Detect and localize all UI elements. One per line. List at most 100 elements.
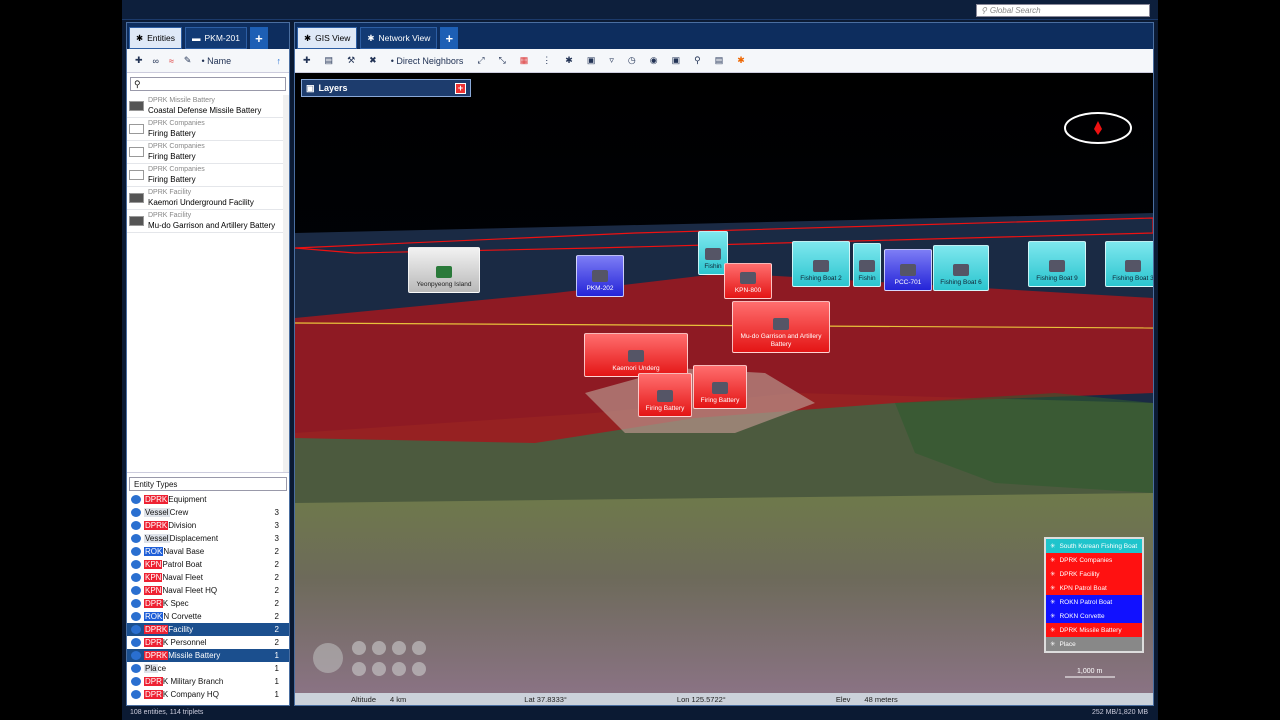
zoom-fit-icon[interactable]: ▣ [672, 55, 681, 66]
entity-type-item[interactable]: DPRK Equipment [127, 493, 289, 506]
entity-list-item[interactable]: DPRK Missile Battery Coastal Defense Miss… [127, 95, 289, 118]
export-icon[interactable]: ▤ [715, 55, 724, 66]
add-tab-button[interactable]: + [440, 27, 459, 49]
entity-type-count: 2 [274, 599, 279, 608]
map-entity-marker[interactable]: Firing Battery [638, 373, 692, 417]
expand-icon[interactable]: ⤢ [477, 55, 484, 66]
entity-text: DPRK Facility Kaemori Underground Facilit… [148, 188, 254, 208]
add-icon[interactable]: ✚ [135, 55, 143, 66]
map-entity-marker[interactable]: Fishing Boat 2 [792, 241, 850, 287]
collapse-icon[interactable]: ⤡ [499, 55, 506, 66]
tab-pkm-201[interactable]: ▬ PKM-201 [185, 27, 247, 49]
sort-arrow-icon[interactable]: ↑ [277, 56, 282, 66]
entity-marker-label: Fishing Boat 6 [940, 279, 982, 286]
tab-network-view[interactable]: ✱ Network View [360, 27, 438, 49]
entity-marker-label: Fishing Boat 2 [800, 275, 842, 282]
tab-gis-view[interactable]: ✱ GIS View [297, 27, 358, 49]
entity-marker-icon [628, 350, 644, 362]
expand-layers-button[interactable]: + [455, 83, 466, 94]
entity-list-item[interactable]: DPRK Companies Firing Battery [127, 141, 289, 164]
zoom-icon[interactable]: ⚲ [694, 55, 701, 66]
direct-neighbors-button[interactable]: • Direct Neighbors [391, 56, 464, 66]
entity-type-highlight: DPR [144, 677, 163, 686]
entity-type-item[interactable]: DPRK Facility 2 [127, 623, 289, 636]
close-icon[interactable]: ✖ [369, 55, 377, 66]
entity-name: Mu-do Garrison and Artillery Battery [148, 221, 276, 230]
entity-type-item[interactable]: DPRK Division 3 [127, 519, 289, 532]
document-icon[interactable]: ▤ [325, 55, 334, 66]
map-entity-marker[interactable]: Yeonpyeong Island [408, 247, 480, 293]
entity-type-item[interactable]: DPRK Missile Battery 1 [127, 649, 289, 662]
entity-type-label: N Corvette [163, 612, 202, 621]
entity-category: DPRK Facility [148, 189, 192, 196]
entity-type-highlight: KPN [144, 586, 163, 595]
entity-types-filter[interactable]: Entity Types [129, 477, 287, 491]
map-entity-marker[interactable]: Fishing Boat 3 [1105, 241, 1153, 287]
settings-icon[interactable]: ✱ [737, 55, 745, 66]
entity-type-item[interactable]: Vessel Crew 3 [127, 506, 289, 519]
link-icon[interactable]: ∞ [153, 56, 159, 66]
entity-marker-icon [859, 260, 875, 272]
entity-type-highlight: KPN [144, 573, 163, 582]
entity-list-scrollbar[interactable] [283, 95, 289, 472]
wrench-icon[interactable]: ⚒ [347, 55, 355, 66]
entity-type-item[interactable]: KPN Patrol Boat 2 [127, 558, 289, 571]
entity-list-item[interactable]: DPRK Facility Kaemori Underground Facilit… [127, 187, 289, 210]
map-entity-marker[interactable]: Kaemori Underg [584, 333, 688, 377]
map-entity-marker[interactable]: Fishing Boat 6 [933, 245, 989, 291]
entity-type-item[interactable]: DPR K Company HQ 1 [127, 688, 289, 701]
entity-list-item[interactable]: DPRK Companies Firing Battery [127, 164, 289, 187]
entity-type-item[interactable]: Vessel Displacement 3 [127, 532, 289, 545]
legend-icon: ✳ [1050, 571, 1056, 578]
entity-type-item[interactable]: ROK Naval Base 2 [127, 545, 289, 558]
entity-type-item[interactable]: DPR K Spec 2 [127, 597, 289, 610]
status-entities: 108 entities, 114 triplets [130, 709, 204, 716]
map-entity-marker[interactable]: PKM-202 [576, 255, 624, 297]
filter-icon[interactable]: ≈ [169, 56, 174, 66]
entity-type-item[interactable]: Pla ce 1 [127, 662, 289, 675]
legend-label: ROKN Corvette [1059, 612, 1105, 620]
layers-icon[interactable]: ▣ [587, 55, 596, 66]
map-entity-marker[interactable]: PCC-701 [884, 249, 932, 291]
gis-map[interactable]: 1,000 m ▣ Layers + Yeonpyeong Island PKM-… [295, 73, 1153, 705]
add-icon[interactable]: ✚ [303, 55, 311, 66]
sort-by-name[interactable]: • Name [201, 56, 231, 66]
layers-panel-header[interactable]: ▣ Layers + [301, 79, 471, 97]
entity-category: DPRK Companies [148, 166, 205, 173]
edit-icon[interactable]: ✎ [184, 55, 192, 66]
entity-marker-icon [740, 272, 756, 284]
entity-text: DPRK Facility Mu-do Garrison and Artiller… [148, 211, 275, 231]
entity-type-item[interactable]: DPR K Military Branch 1 [127, 675, 289, 688]
map-entity-marker[interactable]: Fishin [853, 243, 881, 287]
map-entity-marker[interactable]: Mu-do Garrison and Artillery Battery [732, 301, 830, 353]
entity-type-item[interactable]: KPN Naval Fleet HQ 2 [127, 584, 289, 597]
entity-type-count: 2 [274, 586, 279, 595]
entity-name: Kaemori Underground Facility [148, 198, 254, 207]
map-entity-marker[interactable]: KPN-800 [724, 263, 772, 299]
entity-type-icon [131, 612, 141, 621]
entity-type-item[interactable]: DPR K Personnel 2 [127, 636, 289, 649]
eye-icon[interactable]: ◉ [650, 55, 658, 66]
entity-list-item[interactable]: DPRK Companies Firing Battery [127, 118, 289, 141]
legend-item: ✳ ROKN Corvette [1046, 609, 1142, 623]
add-tab-button[interactable]: + [249, 27, 268, 49]
legend-label: KPN Patrol Boat [1059, 584, 1107, 592]
entity-type-item[interactable]: KPN Naval Fleet 2 [127, 571, 289, 584]
clock-icon[interactable]: ◷ [628, 55, 636, 66]
entity-marker-icon [900, 264, 916, 276]
filter-icon[interactable]: ▿ [609, 55, 614, 66]
map-entity-marker[interactable]: Fishing Boat 9 [1028, 241, 1086, 287]
global-search-input[interactable]: ⚲ Global Search [976, 4, 1150, 17]
entity-type-count: 1 [274, 690, 279, 699]
graph-icon[interactable]: ▦ [520, 55, 529, 66]
entity-marker-label: PCC-701 [894, 279, 922, 286]
gis-panel: ✱ GIS View ✱ Network View + ✚ ▤ ⚒ ✖ • Di… [294, 22, 1154, 706]
network-icon[interactable]: ✱ [565, 55, 573, 66]
map-entity-marker[interactable]: Firing Battery [693, 365, 747, 409]
tab-entities[interactable]: ✱ Entities [129, 27, 182, 49]
hierarchy-icon[interactable]: ⋮ [542, 55, 551, 66]
entity-list-item[interactable]: DPRK Facility Mu-do Garrison and Artiller… [127, 210, 289, 233]
entity-search-input[interactable]: ⚲ [130, 77, 286, 91]
entity-type-item[interactable]: ROK N Corvette 2 [127, 610, 289, 623]
entity-thumbnail [129, 101, 144, 111]
